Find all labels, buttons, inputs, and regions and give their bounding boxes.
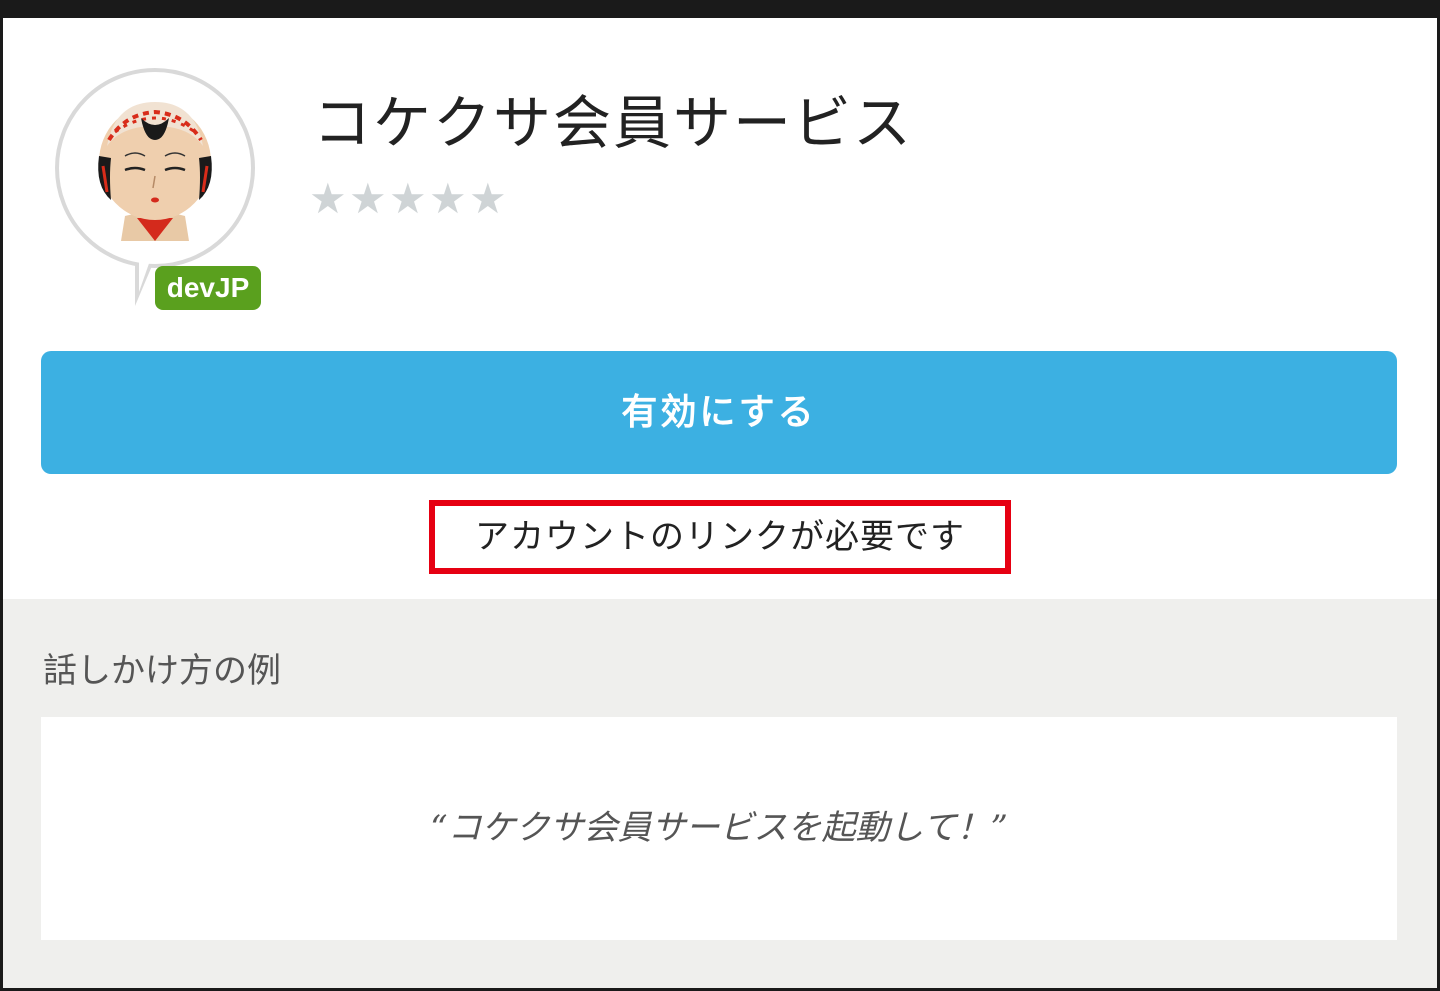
- example-card: “コケクサ会員サービスを起動して！”: [41, 717, 1397, 940]
- example-utterance: “コケクサ会員サービスを起動して！”: [430, 808, 1008, 848]
- star-rating: ★ ★ ★ ★ ★: [309, 174, 509, 223]
- kokeshi-doll-icon: [98, 102, 212, 241]
- speech-bubble-tail-inner: [139, 252, 153, 292]
- skill-icon: devJP: [55, 68, 265, 313]
- star-icon: ★: [349, 174, 387, 223]
- star-icon: ★: [309, 174, 347, 223]
- account-link-notice: アカウントのリンクが必要です: [429, 500, 1011, 574]
- star-icon: ★: [429, 174, 467, 223]
- star-icon: ★: [389, 174, 427, 223]
- skill-title: コケクサ会員サービス: [313, 89, 914, 157]
- examples-section: 話しかけ方の例 “コケクサ会員サービスを起動して！”: [3, 599, 1437, 988]
- dev-badge: devJP: [155, 266, 261, 310]
- enable-button[interactable]: 有効にする: [41, 351, 1397, 474]
- star-icon: ★: [469, 174, 507, 223]
- examples-heading: 話しかけ方の例: [43, 651, 281, 691]
- skill-detail-page: devJP コケクサ会員サービス ★ ★ ★ ★ ★ 有効にする アカウントのリンクが必…: [0, 0, 1440, 991]
